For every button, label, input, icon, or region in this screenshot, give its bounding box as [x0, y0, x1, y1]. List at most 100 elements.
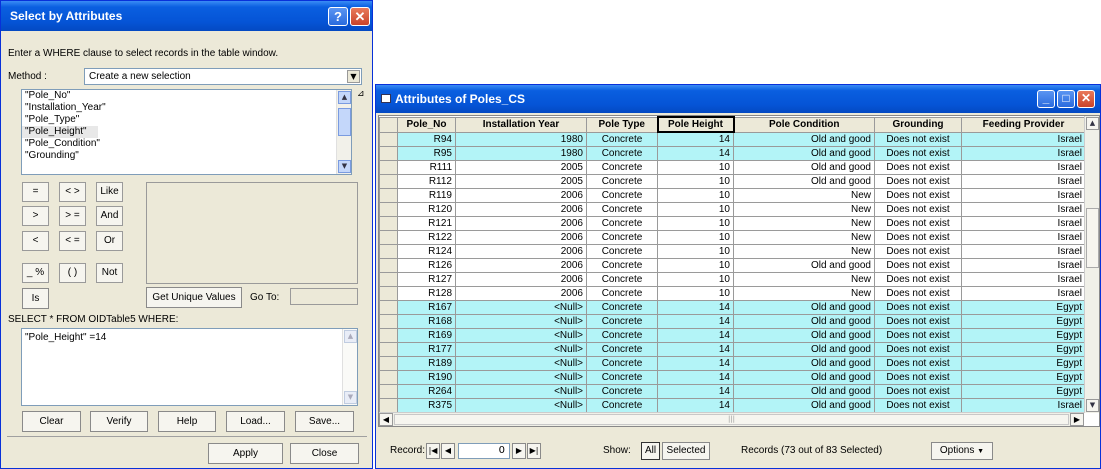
table-cell[interactable]: Does not exist — [874, 229, 962, 245]
table-cell[interactable]: Concrete — [586, 201, 658, 217]
table-cell[interactable]: Old and good — [733, 131, 875, 147]
resize-grip-icon[interactable]: ⊿ — [357, 89, 365, 99]
table-cell[interactable]: Does not exist — [874, 327, 962, 343]
table-cell[interactable]: 14 — [657, 341, 734, 357]
table-horizontal-scrollbar[interactable]: ◀ ||| ▶ — [379, 412, 1084, 426]
table-cell[interactable]: Old and good — [733, 145, 875, 161]
table-cell[interactable]: 10 — [657, 173, 734, 189]
field-list-item[interactable]: "Pole_Condition" — [22, 138, 351, 150]
row-selector[interactable] — [379, 369, 398, 385]
maximize-icon[interactable]: □ — [1057, 90, 1075, 108]
table-cell[interactable]: Egypt — [961, 313, 1086, 329]
table-cell[interactable]: Does not exist — [874, 383, 962, 399]
table-cell[interactable]: 14 — [657, 397, 734, 413]
column-header[interactable]: Pole_No — [397, 116, 456, 133]
row-selector[interactable] — [379, 299, 398, 315]
first-record-icon[interactable]: |◀ — [426, 443, 440, 459]
table-cell[interactable]: 1980 — [455, 145, 587, 161]
table-cell[interactable]: 14 — [657, 299, 734, 315]
table-cell[interactable]: Concrete — [586, 229, 658, 245]
row-selector[interactable] — [379, 131, 398, 147]
table-cell[interactable]: Does not exist — [874, 173, 962, 189]
table-cell[interactable]: Egypt — [961, 341, 1086, 357]
table-cell[interactable]: 10 — [657, 271, 734, 287]
table-cell[interactable]: Old and good — [733, 355, 875, 371]
table-cell[interactable]: 10 — [657, 201, 734, 217]
last-record-icon[interactable]: ▶| — [527, 443, 541, 459]
row-selector[interactable] — [379, 355, 398, 371]
table-cell[interactable]: 10 — [657, 243, 734, 259]
row-selector[interactable] — [379, 257, 398, 273]
table-cell[interactable]: Concrete — [586, 383, 658, 399]
table-row[interactable]: R122 2006 Concrete 10 New Does not exist Israe… — [379, 229, 1086, 245]
field-list-item[interactable]: "Pole_Type" — [22, 114, 351, 126]
table-cell[interactable]: R95 — [397, 145, 456, 161]
table-row[interactable]: R112 2005 Concrete 10 Old and good Does not e… — [379, 173, 1086, 189]
field-list-item[interactable]: "Pole_No" — [22, 90, 351, 102]
table-cell[interactable]: 10 — [657, 229, 734, 245]
row-selector[interactable] — [379, 159, 398, 175]
table-cell[interactable]: Concrete — [586, 299, 658, 315]
record-number-input[interactable]: 0 — [458, 443, 510, 459]
table-row[interactable]: R264 <Null> Concrete 14 Old and good Does not… — [379, 383, 1086, 399]
previous-record-icon[interactable]: ◀ — [441, 443, 455, 459]
fields-scrollbar[interactable]: ▲ ▼ — [336, 90, 351, 174]
table-cell[interactable]: Israel — [961, 271, 1086, 287]
apply-button[interactable]: Apply — [208, 443, 283, 464]
table-cell[interactable]: R168 — [397, 313, 456, 329]
table-cell[interactable]: 2005 — [455, 159, 587, 175]
field-list-item[interactable]: "Installation_Year" — [22, 102, 351, 114]
table-cell[interactable]: <Null> — [455, 369, 587, 385]
row-selector-header[interactable] — [379, 116, 398, 133]
table-cell[interactable]: Concrete — [586, 215, 658, 231]
clear-button[interactable]: Clear — [22, 411, 81, 432]
table-cell[interactable]: R264 — [397, 383, 456, 399]
scroll-left-icon[interactable]: ◀ — [379, 413, 393, 426]
table-cell[interactable]: Does not exist — [874, 397, 962, 413]
options-button[interactable]: Options ▼ — [931, 442, 993, 460]
row-selector[interactable] — [379, 313, 398, 329]
attribute-table[interactable]: Pole_No Installation Year Pole Type Pole He… — [378, 115, 1100, 427]
window-title-bar[interactable]: Attributes of Poles_CS _ □ ✕ — [376, 85, 1100, 113]
table-cell[interactable]: 10 — [657, 257, 734, 273]
table-cell[interactable]: 14 — [657, 327, 734, 343]
table-cell[interactable]: R126 — [397, 257, 456, 273]
chevron-down-icon[interactable]: ▼ — [347, 70, 360, 83]
table-row[interactable]: R120 2006 Concrete 10 New Does not exist Israe… — [379, 201, 1086, 217]
table-cell[interactable]: Israel — [961, 159, 1086, 175]
row-selector[interactable] — [379, 397, 398, 413]
table-cell[interactable]: Does not exist — [874, 355, 962, 371]
table-cell[interactable]: R375 — [397, 397, 456, 413]
table-cell[interactable]: R124 — [397, 243, 456, 259]
help-button[interactable]: Help — [158, 411, 216, 432]
table-cell[interactable]: Concrete — [586, 159, 658, 175]
table-cell[interactable]: 10 — [657, 285, 734, 301]
table-cell[interactable]: <Null> — [455, 313, 587, 329]
table-row[interactable]: R94 1980 Concrete 14 Old and good Does not ex… — [379, 131, 1086, 147]
verify-button[interactable]: Verify — [90, 411, 148, 432]
table-cell[interactable]: <Null> — [455, 355, 587, 371]
table-cell[interactable]: Concrete — [586, 341, 658, 357]
table-cell[interactable]: Old and good — [733, 299, 875, 315]
table-cell[interactable]: Egypt — [961, 355, 1086, 371]
not-equal-button[interactable]: < > — [59, 182, 86, 202]
table-row[interactable]: R168 <Null> Concrete 14 Old and good Does not… — [379, 313, 1086, 329]
row-selector[interactable] — [379, 145, 398, 161]
show-all-button[interactable]: All — [641, 442, 660, 460]
table-cell[interactable]: 10 — [657, 215, 734, 231]
table-cell[interactable]: 10 — [657, 159, 734, 175]
table-cell[interactable]: Old and good — [733, 313, 875, 329]
table-cell[interactable]: Concrete — [586, 327, 658, 343]
table-cell[interactable]: Does not exist — [874, 187, 962, 203]
table-cell[interactable]: R167 — [397, 299, 456, 315]
goto-input[interactable] — [290, 288, 358, 305]
field-list-item[interactable]: "Pole_Height" — [22, 126, 98, 138]
table-cell[interactable]: Old and good — [733, 257, 875, 273]
table-vertical-scrollbar[interactable]: ▲ ▼ — [1084, 116, 1099, 413]
scroll-thumb[interactable] — [338, 108, 351, 136]
table-cell[interactable]: 2006 — [455, 229, 587, 245]
table-cell[interactable]: <Null> — [455, 397, 587, 413]
table-cell[interactable]: New — [733, 243, 875, 259]
table-cell[interactable]: Does not exist — [874, 243, 962, 259]
table-cell[interactable]: Concrete — [586, 173, 658, 189]
